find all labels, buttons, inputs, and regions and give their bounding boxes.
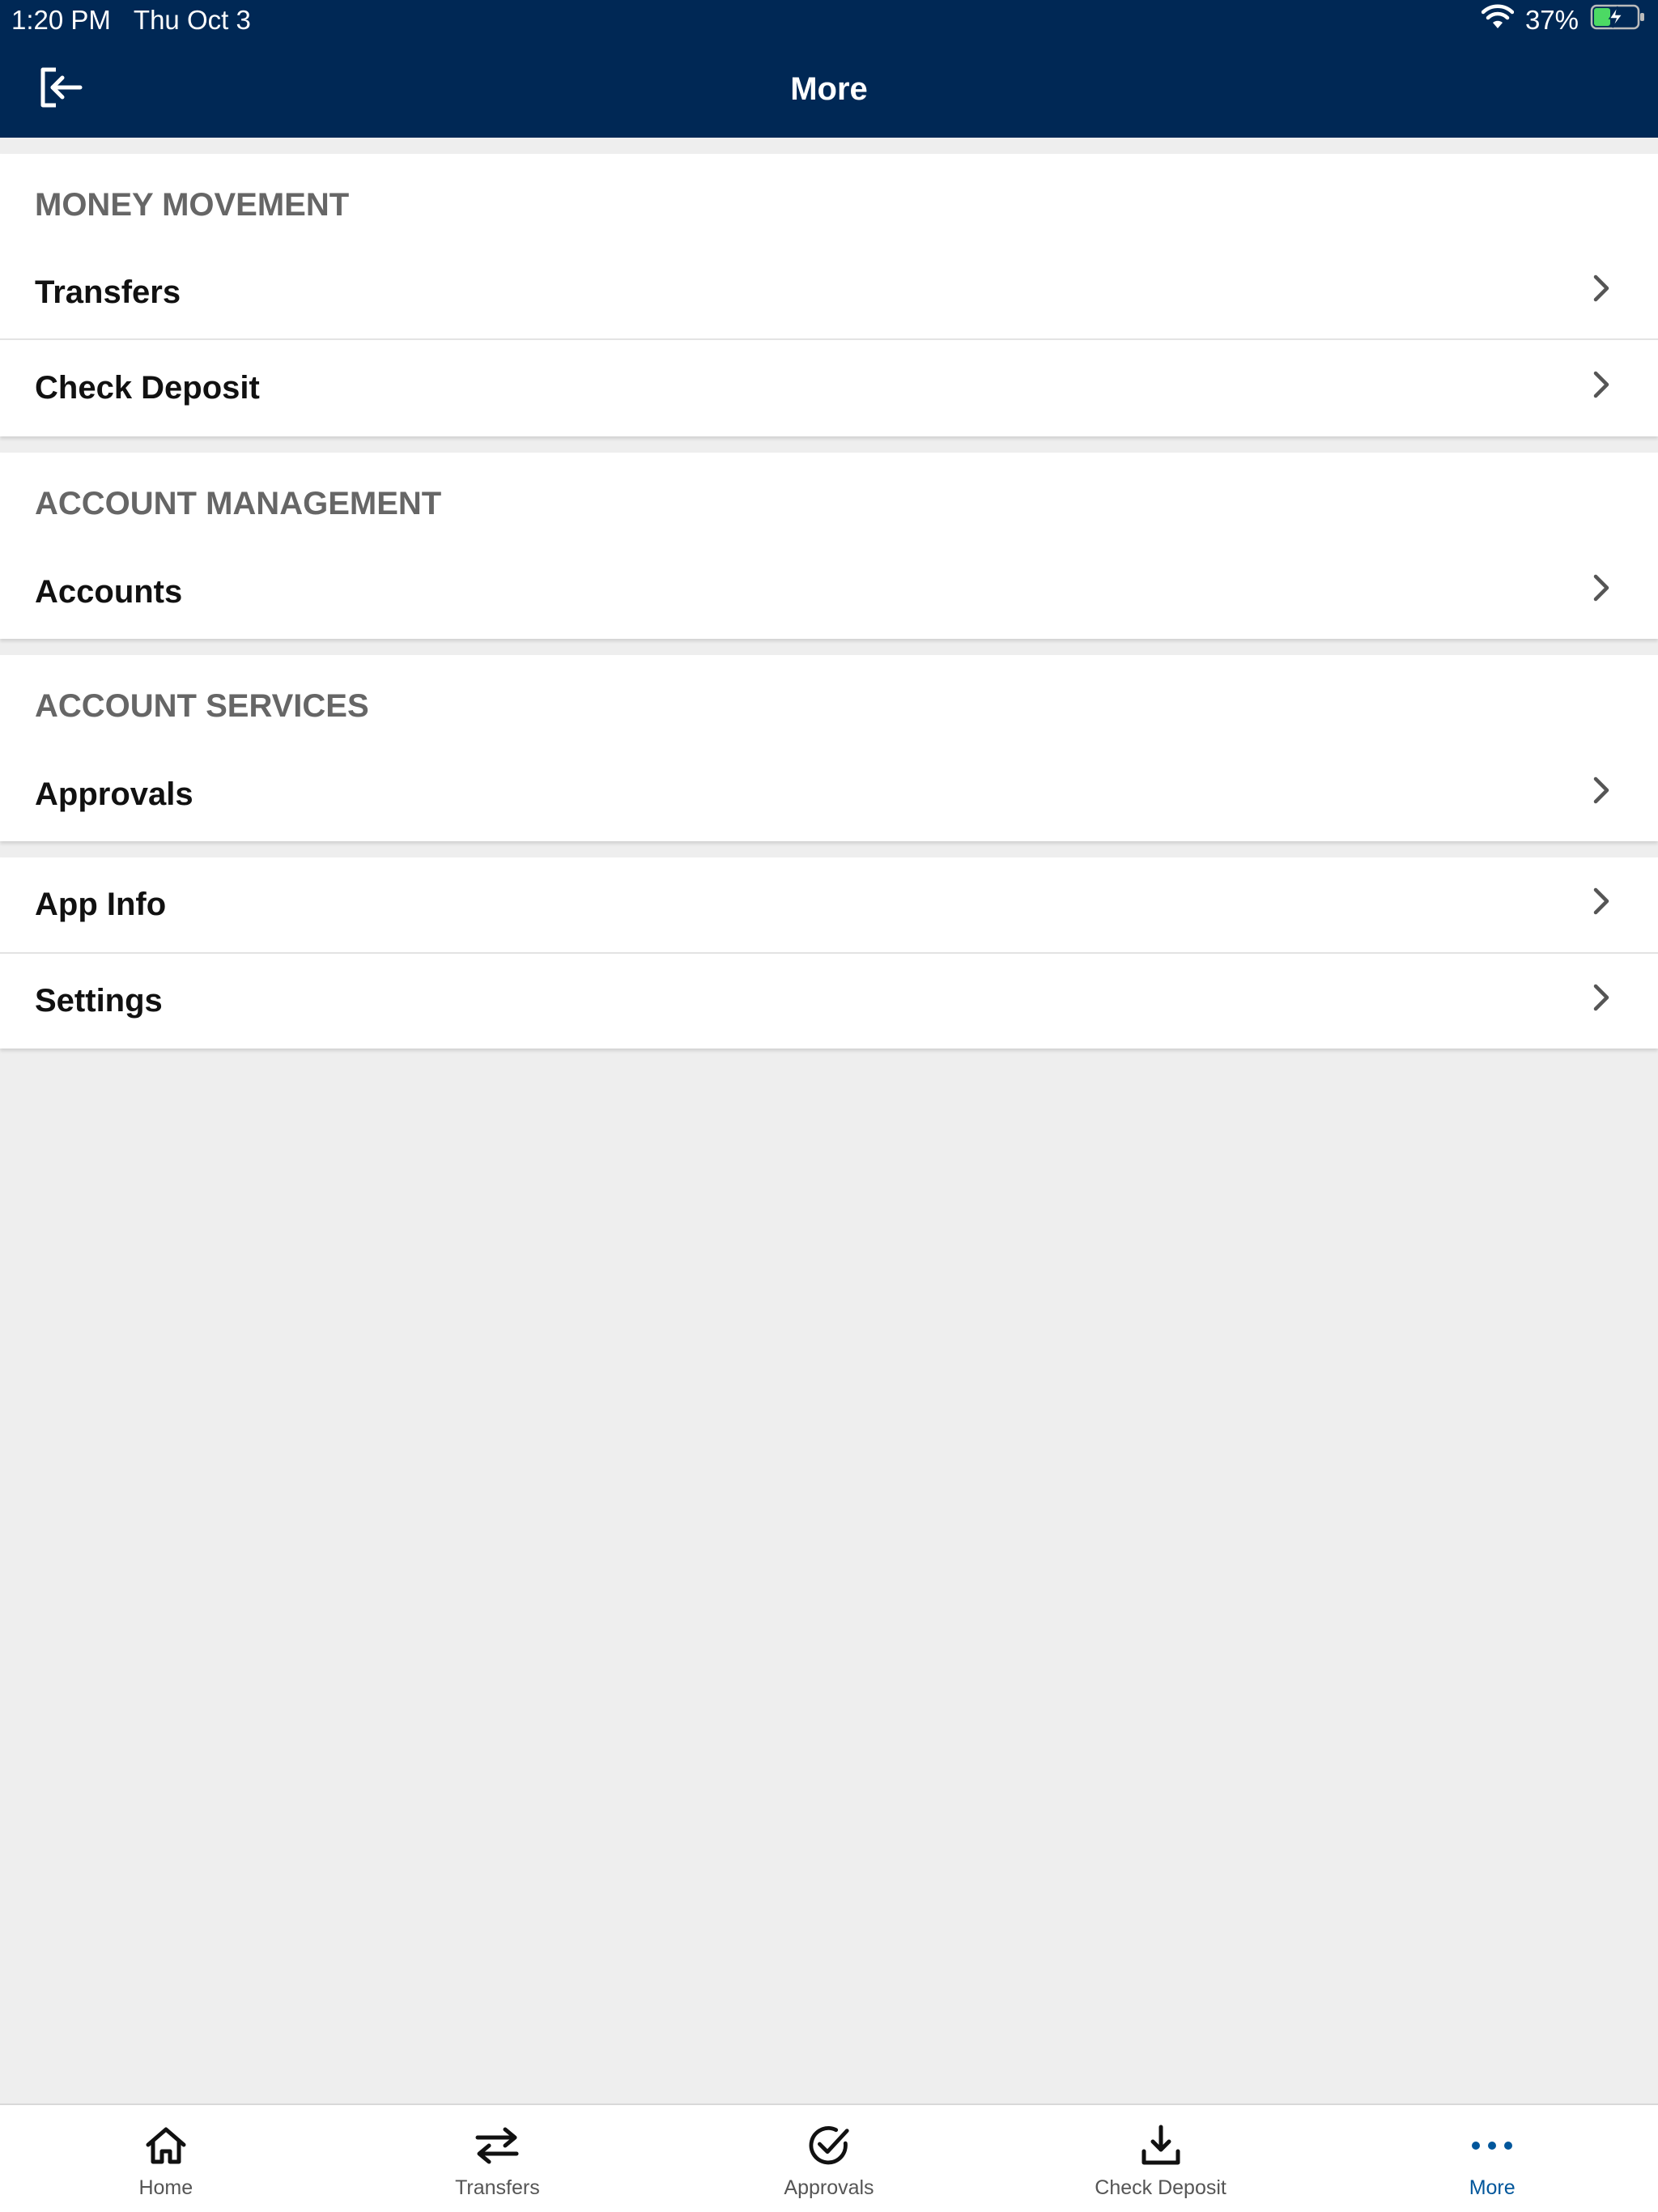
home-icon	[143, 2123, 189, 2168]
menu-list: MONEY MOVEMENT Transfers Check Deposit A…	[0, 138, 1658, 1049]
check-circle-icon	[806, 2123, 852, 2168]
section-title: ACCOUNT MANAGEMENT	[35, 485, 442, 521]
transfer-arrows-icon	[474, 2123, 520, 2168]
tab-check-deposit[interactable]: Check Deposit	[995, 2105, 1327, 2212]
download-tray-icon	[1138, 2123, 1184, 2168]
section-title: MONEY MOVEMENT	[35, 186, 350, 223]
menu-item-accounts[interactable]: Accounts	[0, 545, 1658, 639]
logout-icon	[38, 66, 83, 113]
section-other: App Info Settings	[0, 857, 1658, 1049]
section-account-services: ACCOUNT SERVICES Approvals	[0, 655, 1658, 841]
tab-label: More	[1469, 2176, 1516, 2199]
menu-item-label: Accounts	[35, 573, 183, 610]
tab-label: Transfers	[455, 2176, 540, 2199]
menu-item-settings[interactable]: Settings	[0, 954, 1658, 1049]
chevron-right-icon	[1590, 885, 1613, 925]
wifi-icon	[1481, 4, 1515, 36]
tab-bar: Home Transfers Approvals Check Deposit M…	[0, 2104, 1658, 2212]
status-date: Thu Oct 3	[133, 5, 251, 35]
menu-item-check-deposit[interactable]: Check Deposit	[0, 340, 1658, 436]
menu-item-label: Approvals	[35, 776, 193, 812]
chevron-right-icon	[1590, 368, 1613, 409]
menu-item-app-info[interactable]: App Info	[0, 857, 1658, 954]
chevron-right-icon	[1590, 981, 1613, 1022]
section-account-management: ACCOUNT MANAGEMENT Accounts	[0, 453, 1658, 639]
chevron-right-icon	[1590, 774, 1613, 815]
menu-item-label: Check Deposit	[35, 370, 260, 406]
chevron-right-icon	[1590, 272, 1613, 313]
navigation-bar: More	[0, 40, 1658, 138]
tab-more[interactable]: More	[1326, 2105, 1658, 2212]
ellipsis-icon	[1469, 2123, 1515, 2168]
section-title: ACCOUNT SERVICES	[35, 687, 369, 724]
menu-item-label: App Info	[35, 887, 167, 922]
tab-approvals[interactable]: Approvals	[663, 2105, 995, 2212]
tab-label: Check Deposit	[1095, 2176, 1226, 2199]
logout-button[interactable]	[32, 65, 89, 113]
section-money-movement: MONEY MOVEMENT Transfers Check Deposit	[0, 154, 1658, 436]
tab-home[interactable]: Home	[0, 2105, 332, 2212]
status-time: 1:20 PM	[11, 5, 111, 35]
battery-percent: 37%	[1524, 5, 1579, 35]
status-bar: 1:20 PM Thu Oct 3 37%	[0, 0, 1658, 40]
menu-item-transfers[interactable]: Transfers	[0, 246, 1658, 340]
tab-label: Home	[138, 2176, 193, 2199]
menu-item-approvals[interactable]: Approvals	[0, 747, 1658, 841]
tab-transfers[interactable]: Transfers	[332, 2105, 664, 2212]
page-title: More	[790, 70, 868, 107]
battery-charging-icon	[1590, 3, 1647, 37]
menu-item-label: Settings	[35, 983, 163, 1019]
menu-item-label: Transfers	[35, 274, 181, 310]
tab-label: Approvals	[784, 2176, 874, 2199]
chevron-right-icon	[1590, 572, 1613, 612]
